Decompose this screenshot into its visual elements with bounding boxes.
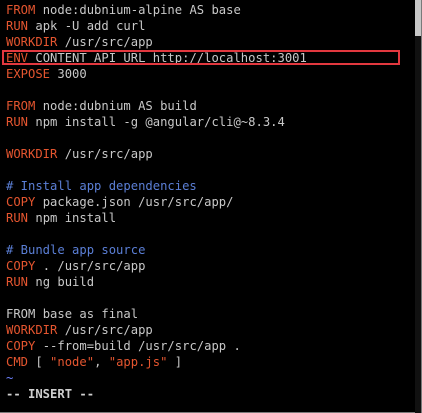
keyword-token: RUN — [6, 211, 29, 225]
text-token: ng build — [28, 275, 95, 289]
code-line: WORKDIR /usr/src/app — [6, 146, 153, 162]
code-line: COPY --from=build /usr/src/app . — [6, 338, 241, 354]
text-token: --from=build /usr/src/app . — [35, 339, 241, 353]
comment-token: # Install app dependencies — [6, 179, 197, 193]
code-line: ~ — [6, 370, 13, 386]
scrollbar-thumb[interactable] — [415, 0, 421, 36]
code-line: CMD [ "node", "app.js" ] — [6, 354, 182, 370]
code-line: COPY package.json /usr/src/app/ — [6, 194, 233, 210]
text-token: /usr/src/app — [57, 35, 153, 49]
text-token: 3000 — [50, 67, 87, 81]
env-line-highlight — [2, 50, 400, 65]
text-token: apk -U add curl — [28, 19, 146, 33]
scrollbar[interactable] — [415, 0, 421, 413]
text-token: npm install — [28, 211, 117, 225]
keyword-token: WORKDIR — [6, 147, 58, 161]
text-token: /usr/src/app — [57, 147, 153, 161]
text-token: node:dubnium-alpine AS base — [35, 3, 241, 17]
text-token: , — [94, 355, 109, 369]
text-token: ] — [167, 355, 183, 369]
keyword-token: WORKDIR — [6, 35, 58, 49]
text-token: /usr/src/app — [57, 323, 153, 337]
keyword-token: COPY — [6, 339, 36, 353]
text-token: npm install -g @angular/cli@~8.3.4 — [28, 115, 285, 129]
text-token: base as final — [35, 307, 139, 321]
mode-indicator: -- INSERT -- — [6, 387, 95, 401]
text-token: . /usr/src/app — [35, 259, 146, 273]
text-token: FROM — [6, 307, 36, 321]
code-line: FROM node:dubnium AS build — [6, 98, 197, 114]
keyword-token: FROM — [6, 3, 36, 17]
keyword-token: RUN — [6, 19, 29, 33]
keyword-token: COPY — [6, 259, 36, 273]
keyword-token: FROM — [6, 99, 36, 113]
keyword-token: CMD — [6, 355, 29, 369]
code-line: # Bundle app source — [6, 242, 145, 258]
empty-line-marker: ~ — [6, 371, 14, 385]
code-line: RUN npm install -g @angular/cli@~8.3.4 — [6, 114, 285, 130]
keyword-token: RUN — [6, 275, 29, 289]
code-line: RUN npm install — [6, 210, 116, 226]
text-token: node:dubnium AS build — [35, 99, 197, 113]
string-token: "node" — [50, 355, 95, 369]
code-line: RUN apk -U add curl — [6, 18, 145, 34]
code-line: WORKDIR /usr/src/app — [6, 34, 153, 50]
code-line: WORKDIR /usr/src/app — [6, 322, 153, 338]
code-line: EXPOSE 3000 — [6, 66, 87, 82]
comment-token: # Bundle app source — [6, 243, 146, 257]
string-token: "app.js" — [108, 355, 168, 369]
terminal-editor[interactable]: FROM node:dubnium-alpine AS base RUN apk … — [0, 0, 422, 413]
code-line: FROM base as final — [6, 306, 138, 322]
code-line: # Install app dependencies — [6, 178, 197, 194]
keyword-token: COPY — [6, 195, 36, 209]
code-line: RUN ng build — [6, 274, 94, 290]
text-token: package.json /usr/src/app/ — [35, 195, 234, 209]
text-token: [ — [28, 355, 51, 369]
code-line: FROM node:dubnium-alpine AS base — [6, 2, 241, 18]
code-line: COPY . /usr/src/app — [6, 258, 145, 274]
code-line: -- INSERT -- — [6, 386, 94, 402]
keyword-token: WORKDIR — [6, 323, 58, 337]
keyword-token: RUN — [6, 115, 29, 129]
keyword-token: EXPOSE — [6, 67, 51, 81]
